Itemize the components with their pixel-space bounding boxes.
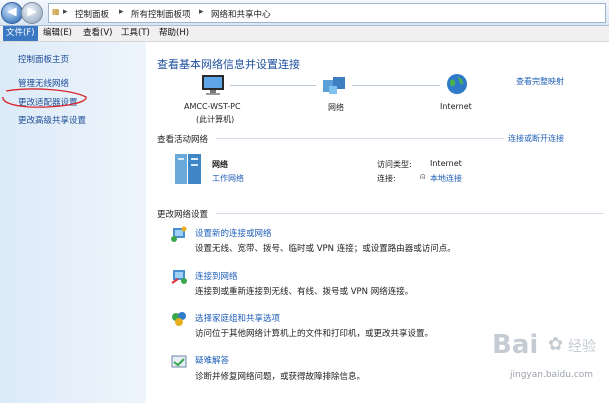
menu-file[interactable]: 文件(F) (3, 26, 38, 41)
breadcrumb-separator-icon: ▸ (119, 7, 124, 17)
network-icon (323, 77, 345, 94)
internet-globe-icon (447, 74, 467, 94)
connection-label: 连接: (377, 174, 396, 183)
homegroup-icon (172, 312, 186, 326)
task-setup-connection-desc: 设置无线、宽带、拨号、临时或 VPN 连接；或设置路由器或访问点。 (195, 244, 456, 254)
network-label: 网络 (328, 103, 344, 112)
view-full-map-link[interactable]: 查看完整映射 (516, 76, 564, 87)
work-network-icon (175, 154, 201, 184)
task-connect-network-link[interactable]: 连接到网络 (195, 270, 238, 282)
computer-icon (202, 75, 224, 95)
local-connection-link[interactable]: 本地连接 (430, 173, 462, 184)
ethernet-icon: ⍝ (420, 172, 426, 182)
watermark-url: jingyan.baidu.com (510, 370, 594, 380)
watermark-brand: Bai (492, 330, 539, 360)
sidebar-item-sharing[interactable]: 更改高级共享设置 (18, 114, 86, 126)
active-network-heading: 查看活动网络 (157, 135, 209, 145)
task-troubleshoot-link[interactable]: 疑难解答 (195, 354, 229, 366)
baidu-watermark: Bai ✿ 经验 jingyan.baidu.com (462, 330, 602, 398)
address-bar: ◀ ▶ ▦ ▸ 控制面板 ▸ 所有控制面板项 ▸ 网络和共享中心 (0, 0, 609, 26)
annotation-circle (2, 88, 87, 108)
menu-view[interactable]: 查看(V) (80, 26, 115, 41)
address-field[interactable]: ▦ ▸ 控制面板 ▸ 所有控制面板项 ▸ 网络和共享中心 (48, 3, 606, 23)
new-connection-icon (171, 226, 187, 242)
control-panel-icon: ▦ (52, 7, 60, 16)
connect-network-icon (171, 270, 187, 284)
task-setup-connection-link[interactable]: 设置新的连接或网络 (195, 227, 272, 239)
access-type-value: Internet (430, 159, 462, 168)
menu-bar: 文件(F) 编辑(E) 查看(V) 工具(T) 帮助(H) (0, 26, 609, 42)
task-homegroup-desc: 访问位于其他网络计算机上的文件和打印机，或更改共享设置。 (195, 329, 434, 339)
page-title: 查看基本网络信息并设置连接 (157, 58, 300, 71)
back-arrow-icon: ◀ (7, 4, 17, 18)
forward-button[interactable]: ▶ (21, 2, 43, 24)
sidebar-item-home[interactable]: 控制面板主页 (18, 53, 69, 65)
divider (216, 138, 504, 139)
breadcrumb-all-items[interactable]: 所有控制面板项 (131, 8, 191, 20)
menu-tools[interactable]: 工具(T) (118, 26, 153, 41)
task-homegroup-link[interactable]: 选择家庭组和共享选项 (195, 312, 280, 324)
divider (216, 213, 604, 214)
back-button[interactable]: ◀ (1, 2, 23, 24)
menu-edit[interactable]: 编辑(E) (40, 26, 75, 41)
task-troubleshoot-desc: 诊断并修复网络问题，或获得故障排除信息。 (195, 372, 366, 382)
menu-help[interactable]: 帮助(H) (156, 26, 192, 41)
paw-icon: ✿ (548, 334, 564, 355)
network-type-link[interactable]: 工作网络 (212, 173, 244, 184)
troubleshoot-icon (171, 355, 187, 368)
breadcrumb-control-panel[interactable]: 控制面板 (75, 8, 109, 20)
connector-line (230, 85, 316, 86)
watermark-brand-suffix: 经验 (568, 339, 596, 355)
computer-name: AMCC-WST-PC (184, 102, 241, 111)
breadcrumb-separator-icon: ▸ (63, 7, 68, 17)
connector-line (352, 85, 440, 86)
computer-sub-label: (此计算机) (196, 115, 235, 124)
task-connect-network-desc: 连接到或重新连接到无线、有线、拨号或 VPN 网络连接。 (195, 287, 414, 297)
breadcrumb-separator-icon: ▸ (199, 7, 204, 17)
access-type-label: 访问类型: (377, 160, 412, 169)
forward-arrow-icon: ▶ (27, 4, 37, 18)
change-settings-heading: 更改网络设置 (157, 210, 209, 220)
breadcrumb-network-center[interactable]: 网络和共享中心 (211, 8, 271, 20)
connect-disconnect-link[interactable]: 连接或断开连接 (508, 133, 564, 144)
internet-label: Internet (440, 102, 472, 111)
active-network-name: 网络 (212, 160, 228, 169)
